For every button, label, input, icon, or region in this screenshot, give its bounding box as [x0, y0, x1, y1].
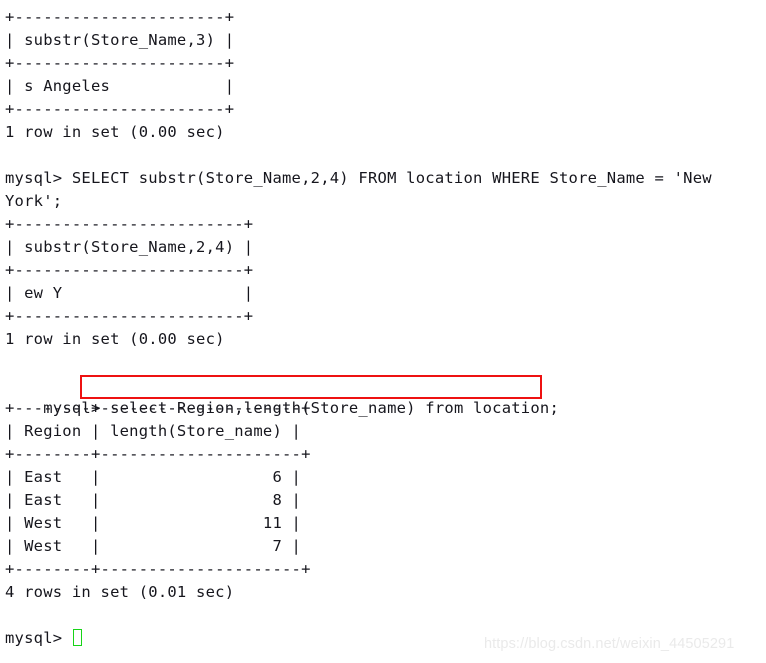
table-border-mid: +------------------------+ [5, 261, 254, 279]
table-row: | West | 11 | [5, 514, 302, 532]
terminal-output[interactable]: +----------------------+ | substr(Store_… [0, 0, 766, 663]
prompt-label: mysql> [5, 629, 72, 647]
table-header-row: | substr(Store_Name,3) | [5, 31, 235, 49]
table-header-row: | Region | length(Store_name) | [5, 422, 302, 440]
status-line: 1 row in set (0.00 sec) [5, 123, 225, 141]
status-line: 4 rows in set (0.01 sec) [5, 583, 235, 601]
text-cursor [72, 629, 82, 646]
table-border-top: +----------------------+ [5, 8, 235, 26]
command-line-wrap: York'; [5, 192, 63, 210]
table-row: | s Angeles | [5, 77, 235, 95]
table-header-row: | substr(Store_Name,2,4) | [5, 238, 254, 256]
red-annotation-box [80, 375, 542, 399]
table-row: | West | 7 | [5, 537, 302, 555]
command-line: mysql> SELECT substr(Store_Name,2,4) FRO… [5, 169, 712, 187]
table-row: | East | 8 | [5, 491, 302, 509]
table-row: | East | 6 | [5, 468, 302, 486]
status-line: 1 row in set (0.00 sec) [5, 330, 225, 348]
table-border-bottom: +------------------------+ [5, 307, 254, 325]
watermark: https://blog.csdn.net/weixin_44505291 [484, 636, 735, 652]
table-border-bottom: +----------------------+ [5, 100, 235, 118]
table-border-top: +--------+---------------------+ [5, 399, 311, 417]
table-border-mid: +----------------------+ [5, 54, 235, 72]
highlighted-command-line: mysql> select Region,length(Store_name) … [5, 374, 766, 417]
table-border-mid: +--------+---------------------+ [5, 445, 311, 463]
table-border-top: +------------------------+ [5, 215, 254, 233]
table-row: | ew Y | [5, 284, 254, 302]
table-border-bottom: +--------+---------------------+ [5, 560, 311, 578]
